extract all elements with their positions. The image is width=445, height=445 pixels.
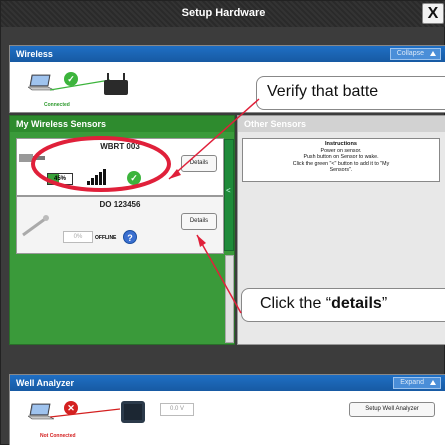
sensor-card-2[interactable]: DO 123456 0% OFFLINE ? Details	[16, 196, 224, 254]
signal-strength-icon	[87, 169, 109, 185]
details-button-1[interactable]: Details	[181, 155, 217, 172]
well-analyzer-status: Not Connected	[40, 433, 76, 439]
expand-button[interactable]: Expand	[393, 377, 441, 389]
expand-arrow-icon	[430, 380, 436, 385]
wireless-header: Wireless Collapse	[10, 46, 445, 62]
battery-indicator: 45%	[47, 173, 73, 185]
battery-percent: 45%	[53, 176, 66, 182]
close-button[interactable]: X	[422, 3, 444, 24]
offline-status: OFFLINE	[95, 235, 117, 241]
connection-line-icon	[50, 408, 120, 418]
sensor-name: DO 123456	[99, 200, 141, 209]
battery-callout: Verify that batte	[256, 76, 445, 110]
well-analyzer-header: Well Analyzer Expand	[10, 375, 445, 391]
instructions-line: Sensors".	[329, 167, 353, 173]
well-analyzer-device-icon	[121, 401, 145, 423]
my-sensors-header: My Wireless Sensors	[10, 116, 234, 132]
other-sensors-header: Other Sensors	[238, 116, 445, 132]
connected-check-icon: ✓	[64, 72, 78, 86]
collapse-label: Collapse	[396, 50, 424, 57]
connection-line-icon	[50, 79, 110, 91]
gateway-device-icon	[104, 73, 128, 95]
voltage-readout: 0.0 V	[160, 403, 194, 416]
setup-hardware-window: Setup Hardware X Wireless Collapse ✓ Con…	[0, 0, 445, 445]
well-analyzer-panel: Well Analyzer Expand ✕ Not Connected 0.0…	[9, 374, 445, 445]
setup-well-analyzer-button[interactable]: Setup Well Analyzer	[349, 402, 435, 417]
details-callout-suffix: ”	[381, 295, 388, 312]
details-callout-prefix: Click the “	[260, 295, 332, 312]
window-title: Setup Hardware	[181, 7, 266, 19]
add-sensor-arrow-button[interactable]: <	[224, 139, 234, 251]
details-button-2[interactable]: Details	[181, 213, 217, 230]
sensor-card-1[interactable]: WBRT 003 45% ✓ Details	[16, 138, 224, 196]
wireless-status: Connected	[44, 102, 70, 108]
instructions-box: Instructions Power on sensor. Push butto…	[242, 138, 440, 182]
wireless-title: Wireless	[16, 49, 53, 59]
sensor-name: WBRT 003	[100, 142, 140, 151]
title-bar: Setup Hardware X	[1, 1, 445, 27]
expand-label: Expand	[400, 379, 424, 386]
collapse-button[interactable]: Collapse	[389, 48, 441, 60]
my-wireless-sensors-panel: My Wireless Sensors WBRT 003 45% ✓ Detai…	[9, 115, 235, 345]
sensor-connected-check-icon: ✓	[127, 171, 141, 185]
battery-percent-box: 0%	[63, 231, 93, 243]
add-arrow-label: <	[226, 186, 231, 195]
help-icon[interactable]: ?	[123, 230, 137, 244]
probe-icon	[19, 154, 45, 162]
details-callout-bold: details	[331, 295, 382, 312]
details-callout: Click the “details”	[241, 288, 445, 322]
not-connected-x-icon: ✕	[64, 401, 78, 415]
well-analyzer-title: Well Analyzer	[16, 378, 75, 388]
probe-icon	[22, 215, 49, 237]
collapse-arrow-icon	[430, 51, 436, 56]
scrollbar[interactable]	[225, 255, 234, 343]
